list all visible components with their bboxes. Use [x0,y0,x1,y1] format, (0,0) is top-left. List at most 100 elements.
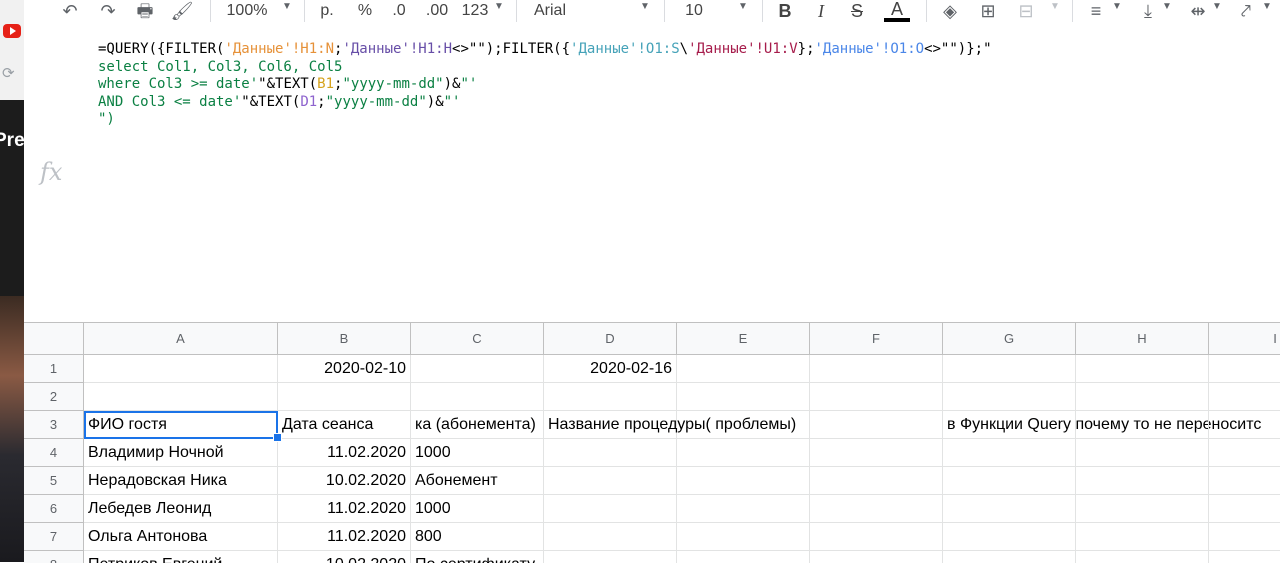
column-header-b[interactable]: B [278,323,411,355]
cell-b5[interactable]: 10.02.2020 [278,467,411,495]
horizontal-align-icon[interactable]: ≡ [1084,0,1108,22]
cell-f1[interactable] [810,355,943,383]
cell-b4[interactable]: 11.02.2020 [278,439,411,467]
cell-b6[interactable]: 11.02.2020 [278,495,411,523]
cell-a7[interactable]: Ольга Антонова [84,523,278,551]
cell-c8[interactable]: По сертификату [411,551,544,563]
cell-g7[interactable] [943,523,1076,551]
cell-i2[interactable] [1209,383,1280,411]
cell-a6[interactable]: Лебедев Леонид [84,495,278,523]
cell-g5[interactable] [943,467,1076,495]
cell-a8[interactable]: Петриков Евгений [84,551,278,563]
bold-button[interactable]: B [774,0,796,22]
cell-f8[interactable] [810,551,943,563]
cell-e1[interactable] [677,355,810,383]
print-icon[interactable]: 🖶 [132,0,158,22]
cell-h3[interactable] [1076,411,1209,439]
fill-handle[interactable] [273,433,282,442]
cell-b1[interactable]: 2020-02-10 [278,355,411,383]
cell-i1[interactable] [1209,355,1280,383]
cell-f6[interactable] [810,495,943,523]
cell-b3[interactable]: Дата сеанса [278,411,411,439]
cell-a5[interactable]: Нерадовская Ника [84,467,278,495]
cell-d2[interactable] [544,383,677,411]
column-header-c[interactable]: C [411,323,544,355]
cell-h5[interactable] [1076,467,1209,495]
cell-c4[interactable]: 1000 [411,439,544,467]
cell-g2[interactable] [943,383,1076,411]
undo-icon[interactable]: ↶ [58,0,82,22]
cell-g4[interactable] [943,439,1076,467]
font-size-select[interactable]: 10 [682,0,706,22]
text-color-button[interactable]: A [884,0,910,22]
cell-i7[interactable] [1209,523,1280,551]
row-header-6[interactable]: 6 [24,495,84,523]
cell-c3[interactable]: ка (абонемента) [411,411,544,439]
cell-a4[interactable]: Владимир Ночной [84,439,278,467]
column-header-a[interactable]: A [84,323,278,355]
borders-icon[interactable]: ⊞ [976,0,1000,22]
row-header-5[interactable]: 5 [24,467,84,495]
text-wrapping-icon[interactable]: ⇹ [1186,0,1210,22]
cell-b2[interactable] [278,383,411,411]
spreadsheet-grid[interactable]: A B C D E F G H I 1 2 3 4 5 6 7 8 2020-0… [24,322,1280,563]
column-header-d[interactable]: D [544,323,677,355]
cell-d4[interactable] [544,439,677,467]
cell-g6[interactable] [943,495,1076,523]
column-header-f[interactable]: F [810,323,943,355]
cell-i8[interactable] [1209,551,1280,563]
cell-g1[interactable] [943,355,1076,383]
cell-c2[interactable] [411,383,544,411]
cell-d8[interactable] [544,551,677,563]
merge-cells-icon[interactable]: ⊟ [1014,0,1038,22]
cell-i4[interactable] [1209,439,1280,467]
cell-e7[interactable] [677,523,810,551]
formula-bar[interactable]: fx =QUERY({FILTER('Данные'!H1:N; 'Данные'… [24,30,1280,322]
strikethrough-button[interactable]: S [846,0,868,22]
cell-c5[interactable]: Абонемент [411,467,544,495]
cell-h8[interactable] [1076,551,1209,563]
cell-a2[interactable] [84,383,278,411]
cell-e6[interactable] [677,495,810,523]
cell-b7[interactable]: 11.02.2020 [278,523,411,551]
cell-f4[interactable] [810,439,943,467]
cell-g8[interactable] [943,551,1076,563]
fill-color-icon[interactable]: ◈ [938,0,962,22]
percent-format-button[interactable]: % [354,0,376,22]
cell-d6[interactable] [544,495,677,523]
increase-decimal-button[interactable]: .00 [422,0,452,22]
select-all-corner[interactable] [24,323,84,355]
currency-format-button[interactable]: р. [316,0,338,22]
cell-f7[interactable] [810,523,943,551]
number-format-button[interactable]: 123 [460,0,490,22]
cell-d1[interactable]: 2020-02-16 [544,355,677,383]
cell-e3[interactable] [677,411,810,439]
vertical-align-icon[interactable]: ⤓ [1136,0,1160,22]
cell-f5[interactable] [810,467,943,495]
cell-d3[interactable]: Название процедуры( проблемы) [544,411,796,439]
cell-h7[interactable] [1076,523,1209,551]
row-header-2[interactable]: 2 [24,383,84,411]
column-header-h[interactable]: H [1076,323,1209,355]
cell-h2[interactable] [1076,383,1209,411]
cell-c6[interactable]: 1000 [411,495,544,523]
cell-i5[interactable] [1209,467,1280,495]
cell-d7[interactable] [544,523,677,551]
cell-f2[interactable] [810,383,943,411]
row-header-7[interactable]: 7 [24,523,84,551]
font-family-select[interactable]: Arial [534,0,594,22]
cell-e4[interactable] [677,439,810,467]
cell-b8[interactable]: 10.02.2020 [278,551,411,563]
cell-e8[interactable] [677,551,810,563]
text-rotation-icon[interactable]: ⤤ [1234,0,1258,22]
decrease-decimal-button[interactable]: .0 [386,0,412,22]
italic-button[interactable]: I [810,0,832,22]
cell-g3[interactable]: в Функции Query почему то не переноситс [943,411,1261,439]
cell-d5[interactable] [544,467,677,495]
row-header-1[interactable]: 1 [24,355,84,383]
cell-c1[interactable] [411,355,544,383]
row-header-8[interactable]: 8 [24,551,84,563]
cell-e5[interactable] [677,467,810,495]
redo-icon[interactable]: ↷ [96,0,120,22]
column-header-i[interactable]: I [1209,323,1280,355]
